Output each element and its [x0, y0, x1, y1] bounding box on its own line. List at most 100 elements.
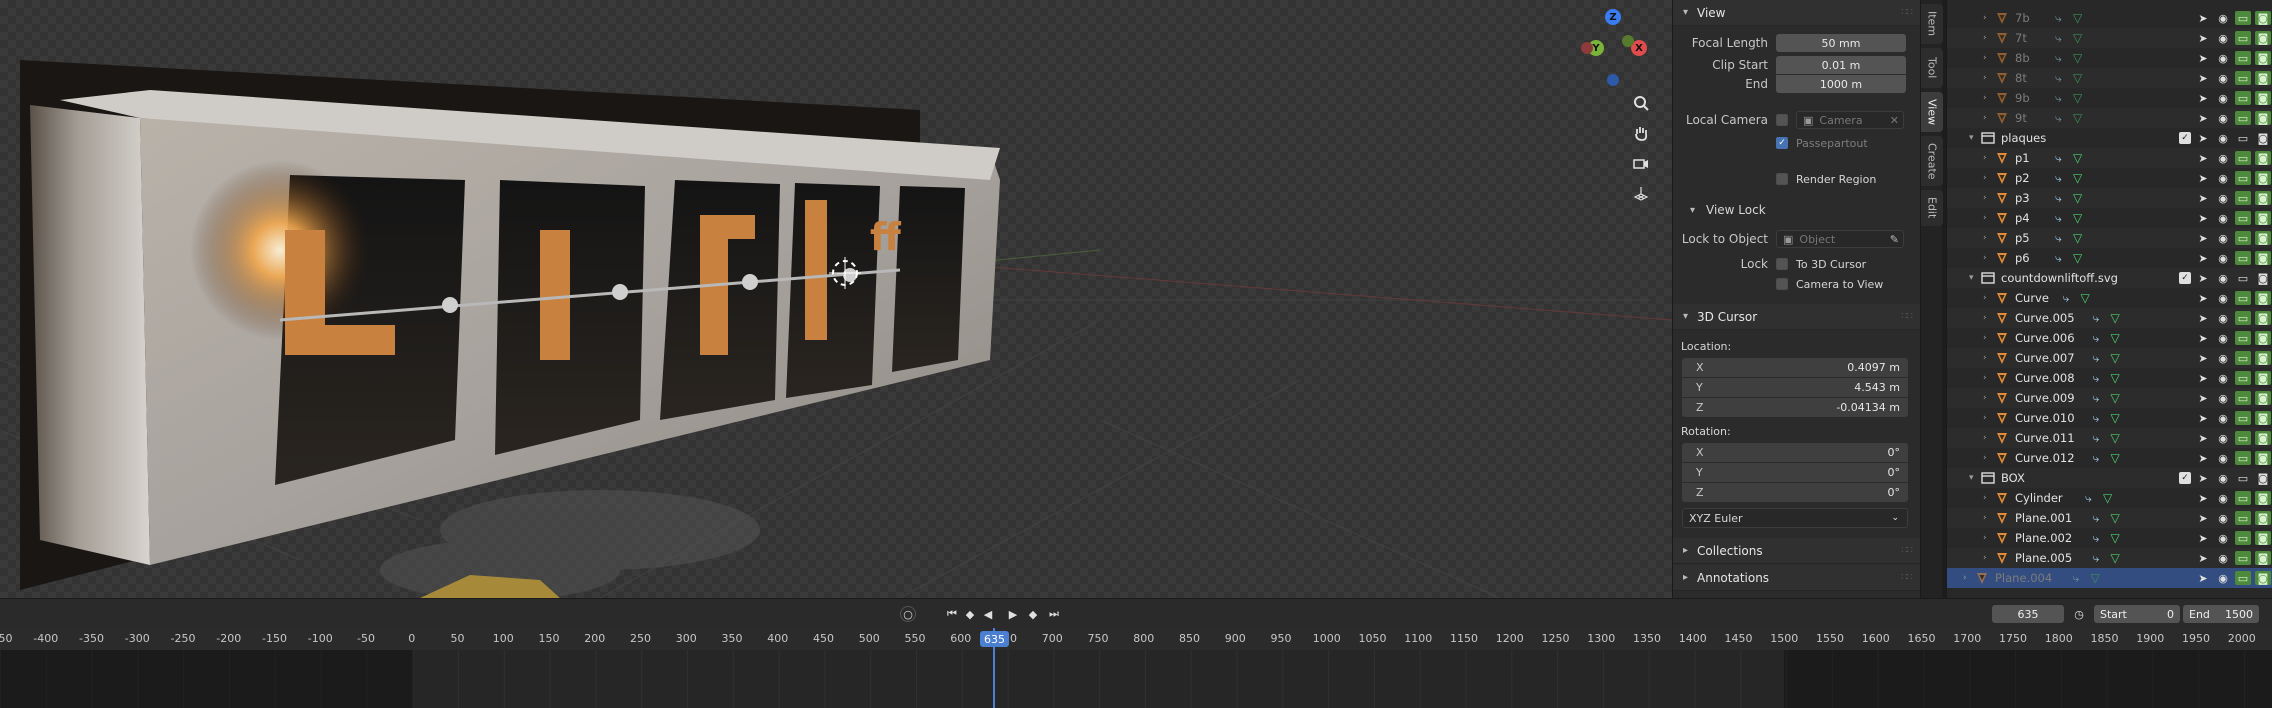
chevron-right-icon[interactable]: ›	[1983, 93, 1987, 103]
focal-length-field[interactable]: 50 mm	[1776, 34, 1906, 52]
gizmo-neg-z-axis[interactable]	[1607, 74, 1619, 86]
outliner-item-name[interactable]: 9b	[2015, 91, 2030, 105]
camera-icon[interactable]: ◙	[2255, 231, 2271, 245]
chevron-right-icon[interactable]: ›	[1983, 513, 1987, 523]
select-arrow-icon[interactable]: ➤	[2195, 91, 2211, 105]
view-lock-header[interactable]: ▾ View Lock	[1690, 200, 1766, 220]
eye-icon[interactable]: ◉	[2215, 391, 2231, 405]
eye-icon[interactable]: ◉	[2215, 11, 2231, 25]
monitor-icon[interactable]: ▭	[2235, 191, 2251, 205]
outliner-item-name[interactable]: 8b	[2015, 51, 2030, 65]
chevron-right-icon[interactable]: ›	[1983, 313, 1987, 323]
eye-icon[interactable]: ◉	[2215, 311, 2231, 325]
outliner-item-name[interactable]: p2	[2015, 171, 2030, 185]
modifier-icon[interactable]: ⤷	[2093, 331, 2100, 346]
outliner-object-row[interactable]: › Plane.001 ⤷ ▽ ➤ ◉ ▭ ◙	[1947, 508, 2272, 528]
camera-icon[interactable]: ◙	[2255, 191, 2271, 205]
eye-icon[interactable]: ◉	[2215, 71, 2231, 85]
outliner-collection-row[interactable]: ▾ BOX ✓ ➤ ◉ ▭ ◙	[1947, 468, 2272, 488]
chevron-down-icon[interactable]: ▾	[1969, 273, 1974, 283]
chevron-right-icon[interactable]: ›	[1983, 73, 1987, 83]
object-data-icon[interactable]: ▽	[2073, 151, 2082, 165]
camera-icon[interactable]: ◙	[2255, 491, 2271, 505]
outliner[interactable]: › 7b ⤷ ▽ ➤ ◉ ▭ ◙ › 7t ⤷ ▽ ➤ ◉ ▭ ◙ › 8b ⤷ ▽ ➤ ◉ ▭ ◙ › 8t ⤷ ▽ ➤ ◉ ▭ ◙ › 9b ⤷…	[1946, 0, 2272, 598]
tab-create[interactable]: Create	[1921, 136, 1943, 186]
monitor-icon[interactable]: ▭	[2235, 511, 2251, 525]
modifier-icon[interactable]: ⤷	[2055, 31, 2062, 46]
outliner-object-row[interactable]: › 8b ⤷ ▽ ➤ ◉ ▭ ◙	[1947, 48, 2272, 68]
select-arrow-icon[interactable]: ➤	[2195, 351, 2211, 365]
camera-icon[interactable]: ◙	[2255, 251, 2271, 265]
outliner-object-row[interactable]: › p1 ⤷ ▽ ➤ ◉ ▭ ◙	[1947, 148, 2272, 168]
monitor-icon[interactable]: ▭	[2235, 391, 2251, 405]
monitor-icon[interactable]: ▭	[2235, 551, 2251, 565]
modifier-icon[interactable]: ⤷	[2055, 211, 2062, 226]
exclude-checkbox[interactable]: ✓	[2179, 272, 2191, 284]
monitor-icon[interactable]: ▭	[2235, 151, 2251, 165]
cursor-location-y[interactable]: Y 4.543 m	[1682, 378, 1908, 397]
monitor-icon[interactable]: ▭	[2235, 571, 2251, 585]
select-arrow-icon[interactable]: ➤	[2195, 231, 2211, 245]
camera-icon[interactable]: ◙	[2255, 151, 2271, 165]
camera-icon[interactable]: ◙	[2255, 91, 2271, 105]
eye-icon[interactable]: ◉	[2215, 131, 2231, 145]
outliner-item-name[interactable]: Curve.010	[2015, 411, 2075, 425]
monitor-icon[interactable]: ▭	[2235, 171, 2251, 185]
monitor-icon[interactable]: ▭	[2235, 451, 2251, 465]
object-data-icon[interactable]: ▽	[2073, 91, 2082, 105]
camera-to-view-checkbox[interactable]	[1776, 278, 1788, 290]
camera-icon[interactable]: ◙	[2255, 371, 2271, 385]
tab-item[interactable]: Item	[1921, 4, 1943, 44]
outliner-item-name[interactable]: 9t	[2015, 111, 2027, 125]
jump-to-end-icon[interactable]: ⏭	[1046, 606, 1062, 622]
clip-end-field[interactable]: 1000 m	[1776, 75, 1906, 93]
monitor-icon[interactable]: ▭	[2235, 91, 2251, 105]
playhead-frame-label[interactable]: 635	[980, 631, 1009, 647]
eye-icon[interactable]: ◉	[2215, 551, 2231, 565]
chevron-right-icon[interactable]: ›	[1983, 553, 1987, 563]
object-data-icon[interactable]: ▽	[2111, 371, 2120, 385]
eye-icon[interactable]: ◉	[2215, 111, 2231, 125]
object-data-icon[interactable]: ▽	[2111, 411, 2120, 425]
monitor-icon[interactable]: ▭	[2235, 31, 2251, 45]
modifier-icon[interactable]: ⤷	[2055, 251, 2062, 266]
monitor-icon[interactable]: ▭	[2235, 291, 2251, 305]
outliner-object-row[interactable]: › Curve.011 ⤷ ▽ ➤ ◉ ▭ ◙	[1947, 428, 2272, 448]
camera-icon[interactable]: ◙	[2255, 271, 2271, 285]
monitor-icon[interactable]: ▭	[2235, 531, 2251, 545]
clear-icon[interactable]: ✕	[1890, 114, 1899, 127]
chevron-right-icon[interactable]: ›	[1983, 533, 1987, 543]
chevron-right-icon[interactable]: ›	[1983, 53, 1987, 63]
outliner-item-name[interactable]: Curve.012	[2015, 451, 2075, 465]
outliner-item-name[interactable]: Plane.001	[2015, 511, 2072, 525]
outliner-item-name[interactable]: Curve.007	[2015, 351, 2075, 365]
object-data-icon[interactable]: ▽	[2111, 451, 2120, 465]
grip-icon[interactable]: ∷∷	[1901, 311, 1913, 322]
chevron-right-icon[interactable]: ›	[1983, 433, 1987, 443]
eye-icon[interactable]: ◉	[2215, 571, 2231, 585]
outliner-object-row[interactable]: › p6 ⤷ ▽ ➤ ◉ ▭ ◙	[1947, 248, 2272, 268]
eye-icon[interactable]: ◉	[2215, 431, 2231, 445]
start-frame-field[interactable]: Start 0	[2094, 605, 2180, 623]
chevron-right-icon[interactable]: ›	[1983, 393, 1987, 403]
monitor-icon[interactable]: ▭	[2235, 211, 2251, 225]
camera-icon[interactable]: ◙	[2255, 71, 2271, 85]
outliner-item-name[interactable]: Curve.005	[2015, 311, 2075, 325]
chevron-right-icon[interactable]: ›	[1983, 33, 1987, 43]
object-data-icon[interactable]: ▽	[2111, 351, 2120, 365]
modifier-icon[interactable]: ⤷	[2055, 171, 2062, 186]
outliner-item-name[interactable]: Curve	[2015, 291, 2049, 305]
monitor-icon[interactable]: ▭	[2235, 251, 2251, 265]
outliner-item-name[interactable]: 8t	[2015, 71, 2027, 85]
outliner-object-row[interactable]: › Curve.009 ⤷ ▽ ➤ ◉ ▭ ◙	[1947, 388, 2272, 408]
eye-icon[interactable]: ◉	[2215, 471, 2231, 485]
camera-icon[interactable]: ◙	[2255, 391, 2271, 405]
outliner-item-name[interactable]: p6	[2015, 251, 2030, 265]
outliner-object-row[interactable]: › Curve.012 ⤷ ▽ ➤ ◉ ▭ ◙	[1947, 448, 2272, 468]
modifier-icon[interactable]: ⤷	[2093, 391, 2100, 406]
chevron-right-icon[interactable]: ›	[1983, 213, 1987, 223]
camera-view-icon[interactable]	[1626, 148, 1656, 178]
select-arrow-icon[interactable]: ➤	[2195, 191, 2211, 205]
camera-icon[interactable]: ◙	[2255, 471, 2271, 485]
eye-icon[interactable]: ◉	[2215, 451, 2231, 465]
